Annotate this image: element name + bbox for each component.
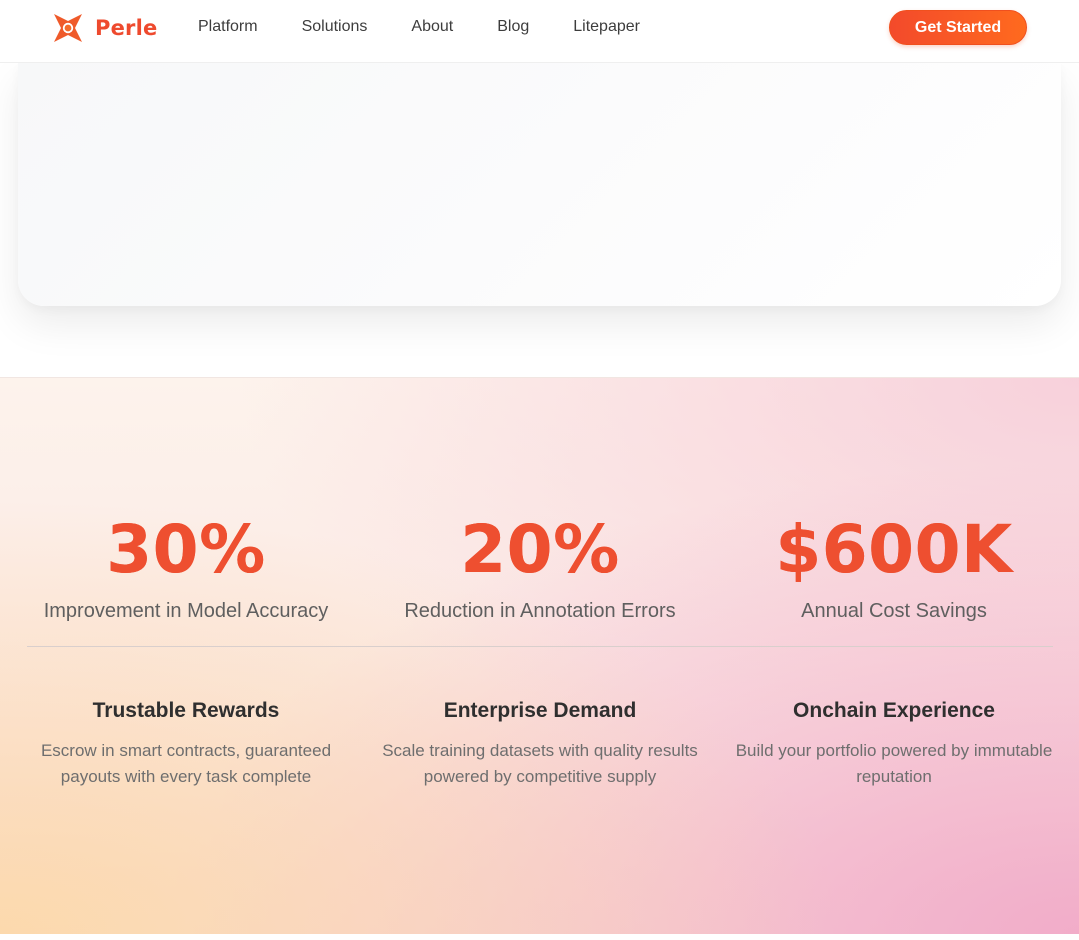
- top-navigation-bar: Perle Platform Solutions About Blog Lite…: [0, 0, 1079, 63]
- hero-card: [18, 63, 1061, 306]
- feature-description: Build your portfolio powered by immutabl…: [735, 741, 1053, 786]
- stat-value: 20%: [370, 514, 710, 586]
- nav-link-about[interactable]: About: [411, 17, 453, 37]
- stat-cost-savings: $600K Annual Cost Savings: [724, 514, 1064, 623]
- nav-link-solutions[interactable]: Solutions: [302, 17, 368, 37]
- stat-label: Improvement in Model Accuracy: [43, 600, 329, 622]
- main-menu: Platform Solutions About Blog Litepaper: [198, 17, 684, 37]
- stat-label: Annual Cost Savings: [801, 600, 987, 622]
- feature-title: Trustable Rewards: [92, 699, 280, 722]
- nav-link-platform[interactable]: Platform: [198, 17, 258, 37]
- feature-description: Scale training datasets with quality res…: [382, 741, 698, 786]
- stat-value: 30%: [16, 514, 356, 586]
- nav-link-litepaper[interactable]: Litepaper: [573, 17, 640, 37]
- get-started-button[interactable]: Get Started: [889, 10, 1027, 45]
- feature-trustable-rewards: Trustable Rewards Escrow in smart contra…: [16, 698, 356, 790]
- feature-title: Enterprise Demand: [443, 699, 637, 722]
- feature-onchain-experience: Onchain Experience Build your portfolio …: [724, 698, 1064, 790]
- feature-title: Onchain Experience: [793, 699, 995, 722]
- feature-enterprise-demand: Enterprise Demand Scale training dataset…: [370, 698, 710, 790]
- page-bottom-edge: [0, 934, 1079, 940]
- stat-value: $600K: [724, 514, 1064, 586]
- hero-section: [0, 63, 1079, 377]
- stat-model-accuracy: 30% Improvement in Model Accuracy: [16, 514, 356, 623]
- nav-link-blog[interactable]: Blog: [497, 17, 529, 37]
- stats-section: [0, 377, 1079, 934]
- perle-star-logo-icon: [54, 14, 82, 42]
- stat-annotation-errors: 20% Reduction in Annotation Errors: [370, 514, 710, 623]
- brand-name: Perle: [95, 16, 158, 40]
- section-divider: [27, 646, 1053, 647]
- brand-logo-link[interactable]: Perle: [53, 12, 157, 44]
- stat-label: Reduction in Annotation Errors: [404, 600, 676, 622]
- feature-description: Escrow in smart contracts, guaranteed pa…: [40, 741, 332, 786]
